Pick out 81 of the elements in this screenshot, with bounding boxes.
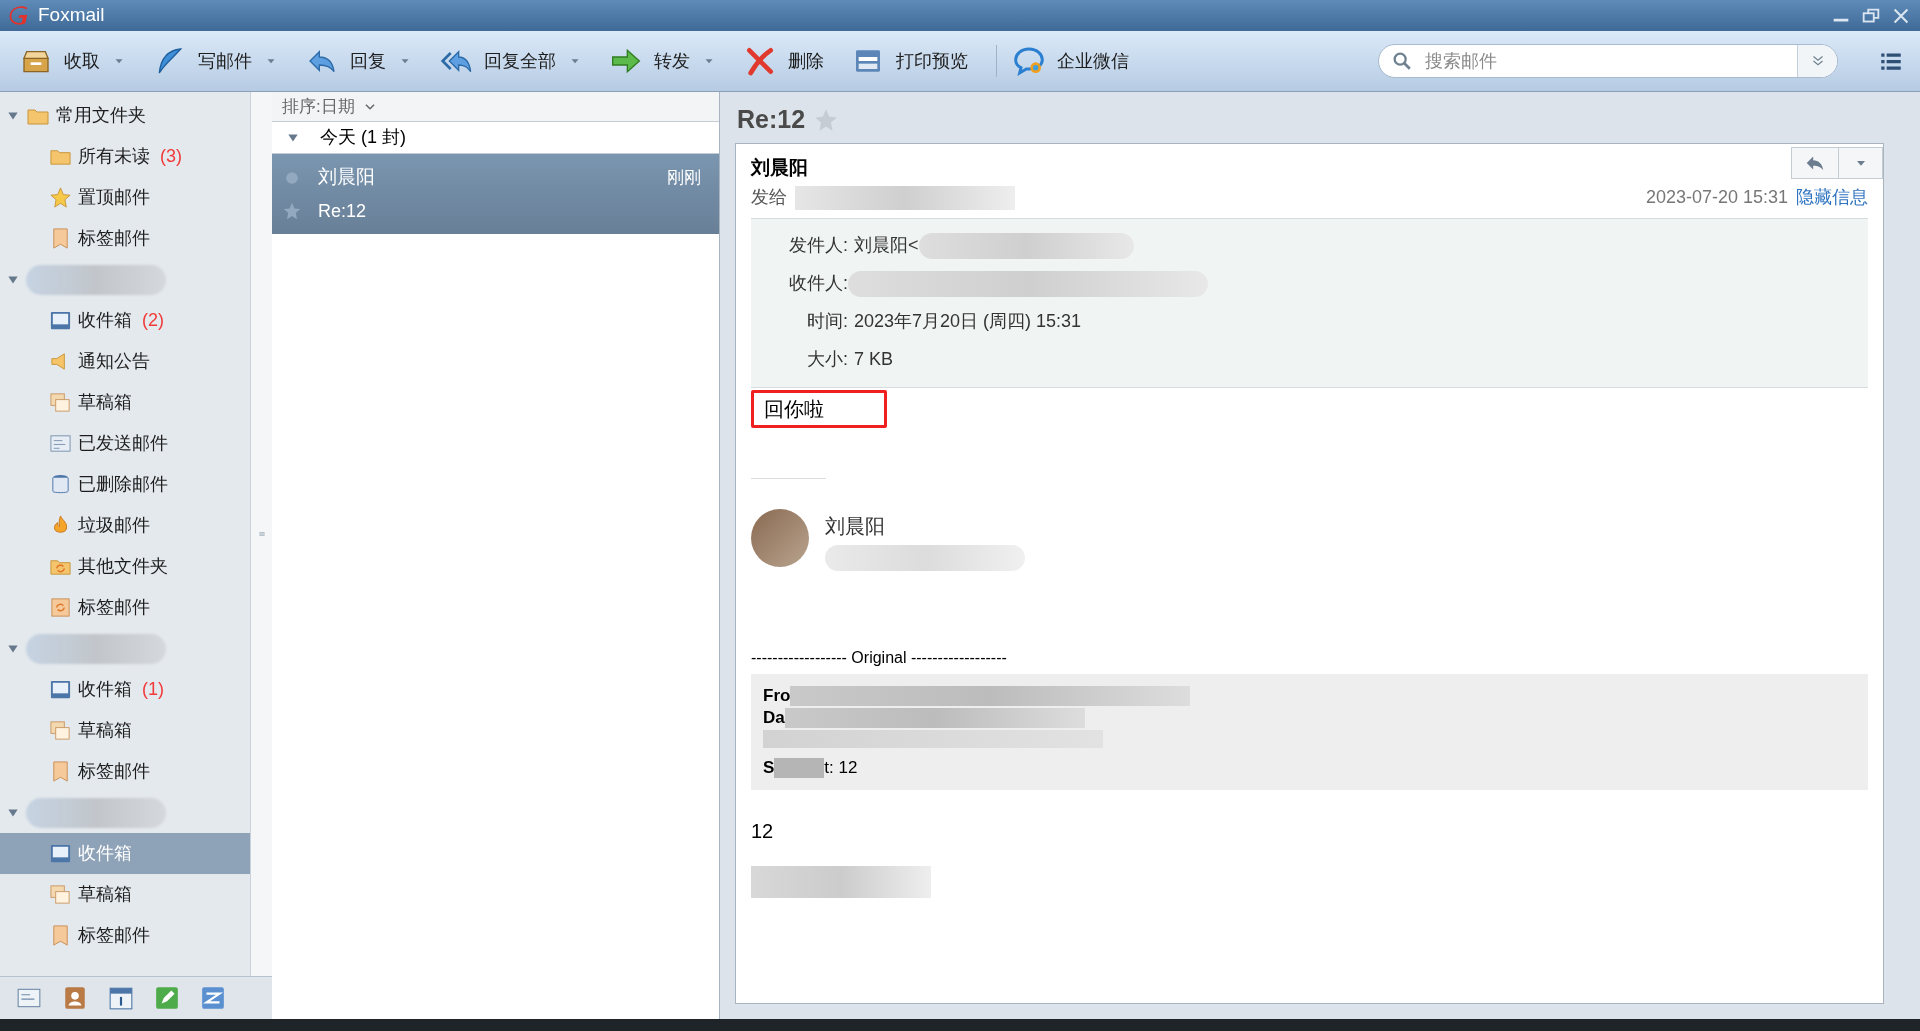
folder-item[interactable]: 标签邮件: [0, 751, 250, 792]
original-separator: ------------------ Original ------------------: [751, 647, 1008, 668]
sender-name: 刘晨阳: [751, 156, 808, 180]
folder-item[interactable]: 标签邮件: [0, 587, 250, 628]
folder-item[interactable]: 已删除邮件: [0, 464, 250, 505]
folder-item[interactable]: 草稿箱: [0, 382, 250, 423]
unread-count: (1): [142, 678, 164, 701]
star-icon: [49, 186, 72, 209]
message-row[interactable]: 刘晨阳 刚刚 Re:12: [272, 154, 719, 234]
folder-item[interactable]: 标签邮件: [0, 218, 250, 259]
star-icon[interactable]: [282, 201, 302, 222]
received-time: 刚刚: [667, 166, 701, 189]
detail-label: 时间:: [806, 310, 848, 333]
date-group-header[interactable]: 今天 (1 封): [320, 124, 406, 151]
unread-count: (2): [142, 309, 164, 332]
folder-item[interactable]: 收件箱 (2): [0, 300, 250, 341]
folder-item[interactable]: 其他文件夹: [0, 546, 250, 587]
folder-item[interactable]: 置顶邮件: [0, 177, 250, 218]
search-options-button[interactable]: [1797, 45, 1837, 77]
calendar-icon[interactable]: [108, 985, 134, 1011]
chat-bubble-icon: [1013, 45, 1045, 77]
bin-icon: [49, 473, 72, 496]
detail-value: 7 KB: [854, 348, 894, 371]
folder-item[interactable]: 草稿箱: [0, 710, 250, 751]
contact-card-icon[interactable]: [62, 985, 88, 1011]
quoted-field-label: Da: [763, 706, 785, 729]
folder-item[interactable]: 通知公告: [0, 341, 250, 382]
message-subject: Re:12: [318, 199, 367, 223]
detail-label: 大小:: [806, 348, 848, 371]
cross-icon: [744, 45, 776, 77]
window-title: Foxmail: [38, 3, 105, 28]
recipient-label: 发给: [751, 186, 787, 209]
body-text: 12: [751, 818, 775, 844]
avatar-photo-placeholder: [751, 508, 809, 567]
envelope-card-icon: [49, 432, 72, 455]
note-pencil-icon[interactable]: [154, 985, 180, 1011]
quoted-field-label: Fro: [763, 684, 791, 707]
toolbar-button[interactable]: 写邮件: [146, 39, 286, 83]
detail-label: 发件人:: [788, 234, 848, 257]
toolbar-button[interactable]: 收取: [12, 39, 134, 83]
folder-item[interactable]: 垃圾邮件: [0, 505, 250, 546]
detail-value: 2023年7月20日 (周四) 15:31: [854, 310, 1082, 333]
folder-group-label[interactable]: 常用文件夹: [56, 102, 146, 129]
app-logo-icon: [8, 4, 30, 27]
folder-item[interactable]: 草稿箱: [0, 874, 250, 915]
sync-bookmark-icon: [49, 596, 72, 619]
hide-details-link[interactable]: 隐藏信息: [1796, 184, 1868, 211]
monitor-icon: [49, 842, 72, 865]
quoted-field-label: S: [763, 756, 775, 779]
detail-value: 刘晨阳<: [854, 234, 919, 257]
stacked-pages-icon: [49, 719, 72, 742]
toolbar-button[interactable]: 打印预览: [844, 39, 976, 83]
email-subject: Re:12: [737, 104, 806, 136]
folder-item[interactable]: 标签邮件: [0, 915, 250, 956]
sent-datetime: 2023-07-20 15:31: [1645, 186, 1788, 209]
sender-name: 刘晨阳: [318, 165, 376, 190]
toolbar-button[interactable]: 回复全部: [432, 39, 590, 83]
reply-button[interactable]: [1791, 147, 1839, 180]
sort-dropdown[interactable]: 排序:日期: [272, 92, 719, 122]
toolbar-button[interactable]: 回复: [298, 39, 420, 83]
toolbar-button[interactable]: 企业微信: [1005, 39, 1137, 83]
quoted-subject: t: 12: [824, 756, 858, 779]
monitor-icon: [49, 309, 72, 332]
search-input[interactable]: 搜索邮件: [1425, 47, 1797, 75]
stacked-pages-icon: [49, 391, 72, 414]
stacked-pages-icon: [49, 883, 72, 906]
folder-item[interactable]: 收件箱 (1): [0, 669, 250, 710]
detail-label: 收件人:: [788, 272, 848, 295]
body-text: 回你啦: [751, 389, 887, 428]
toolbar-button[interactable]: 转发: [602, 39, 724, 83]
grip-icon: [257, 529, 266, 539]
folder-item[interactable]: 已发送邮件: [0, 423, 250, 464]
folder-item[interactable]: 所有未读 (3): [0, 136, 250, 177]
unread-count: (3): [160, 145, 182, 168]
redacted-block: [774, 757, 825, 778]
sync-arrows-icon[interactable]: [200, 985, 226, 1011]
toolbar-button[interactable]: 删除: [736, 39, 832, 83]
search-field[interactable]: 搜索邮件: [1378, 44, 1838, 78]
monitor-icon: [49, 678, 72, 701]
signature-name: 刘晨阳: [825, 513, 886, 539]
search-icon: [1391, 50, 1413, 72]
